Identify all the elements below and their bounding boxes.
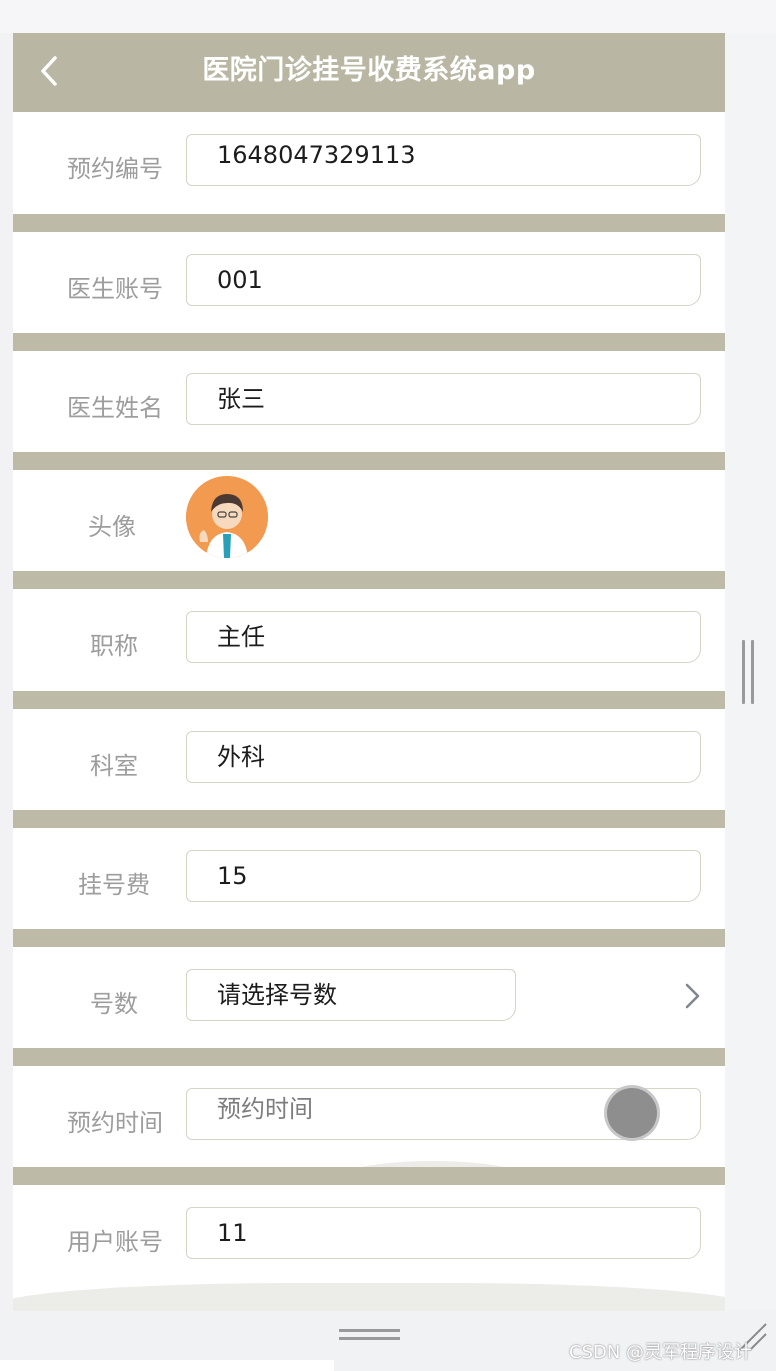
form-row-appointment-no: 预约编号 1648047329113 (13, 112, 725, 212)
bottom-strip (0, 1360, 334, 1371)
department-input[interactable]: 外科 (186, 731, 701, 783)
window-top-strip (0, 0, 776, 33)
department-value: 外科 (217, 743, 265, 771)
row-divider (13, 929, 725, 947)
chevron-right-icon[interactable] (681, 979, 705, 1013)
time-picker-knob[interactable] (607, 1088, 657, 1138)
row-divider (13, 333, 725, 351)
user-account-value: 11 (217, 1219, 248, 1247)
form-row-doctor-name: 医生姓名 张三 (13, 351, 725, 451)
appointment-no-label: 预约编号 (67, 155, 163, 183)
form-row-appointment-time: 预约时间 预约时间 (13, 1066, 725, 1166)
panel-resize-handle[interactable] (742, 640, 756, 704)
row-divider (13, 1048, 725, 1066)
row-divider (13, 214, 725, 232)
doctor-account-input[interactable]: 001 (186, 254, 701, 306)
doctor-avatar[interactable] (186, 476, 268, 558)
number-select[interactable]: 请选择号数 (186, 969, 516, 1021)
doctor-account-label: 医生账号 (67, 275, 163, 303)
fee-input[interactable]: 15 (186, 850, 701, 902)
form-row-number: 号数 请选择号数 (13, 947, 725, 1047)
user-account-label: 用户账号 (67, 1228, 163, 1256)
row-divider (13, 691, 725, 709)
doctor-avatar-icon (186, 476, 268, 558)
appointment-no-value: 1648047329113 (217, 141, 416, 169)
fee-value: 15 (217, 862, 248, 890)
form-row-title: 职称 主任 (13, 589, 725, 689)
app-screen: 医院门诊挂号收费系统app 预约编号 1648047329113 医生账号 00… (13, 33, 725, 1311)
department-label: 科室 (90, 752, 138, 780)
appointment-no-input[interactable]: 1648047329113 (186, 134, 701, 186)
number-label: 号数 (90, 990, 138, 1018)
row-divider (13, 1167, 725, 1185)
number-select-placeholder: 请选择号数 (217, 981, 337, 1009)
appointment-time-label: 预约时间 (67, 1109, 163, 1137)
form-row-avatar: 头像 (13, 470, 725, 570)
app-header: 医院门诊挂号收费系统app (13, 33, 725, 112)
appointment-time-placeholder: 预约时间 (217, 1095, 313, 1123)
watermark-text: CSDN @灵军程序设计 (569, 1342, 753, 1363)
doctor-name-input[interactable]: 张三 (186, 373, 701, 425)
user-account-input[interactable]: 11 (186, 1207, 701, 1259)
fee-label: 挂号费 (78, 871, 150, 899)
avatar-label: 头像 (88, 513, 136, 541)
bottom-resize-handle[interactable] (339, 1327, 400, 1343)
row-divider (13, 452, 725, 470)
form-row-department: 科室 外科 (13, 709, 725, 809)
form-row-user-account: 用户账号 11 (13, 1185, 725, 1285)
form-row-fee: 挂号费 15 (13, 828, 725, 928)
row-divider (13, 571, 725, 589)
doctor-account-value: 001 (217, 266, 263, 294)
doctor-name-value: 张三 (217, 385, 265, 413)
title-input[interactable]: 主任 (186, 611, 701, 663)
background-decoration (13, 1283, 725, 1311)
title-value: 主任 (217, 623, 265, 651)
doctor-name-label: 医生姓名 (67, 394, 163, 422)
form-row-doctor-account: 医生账号 001 (13, 232, 725, 332)
page-title: 医院门诊挂号收费系统app (202, 55, 536, 86)
row-divider (13, 810, 725, 828)
title-label: 职称 (90, 632, 138, 660)
